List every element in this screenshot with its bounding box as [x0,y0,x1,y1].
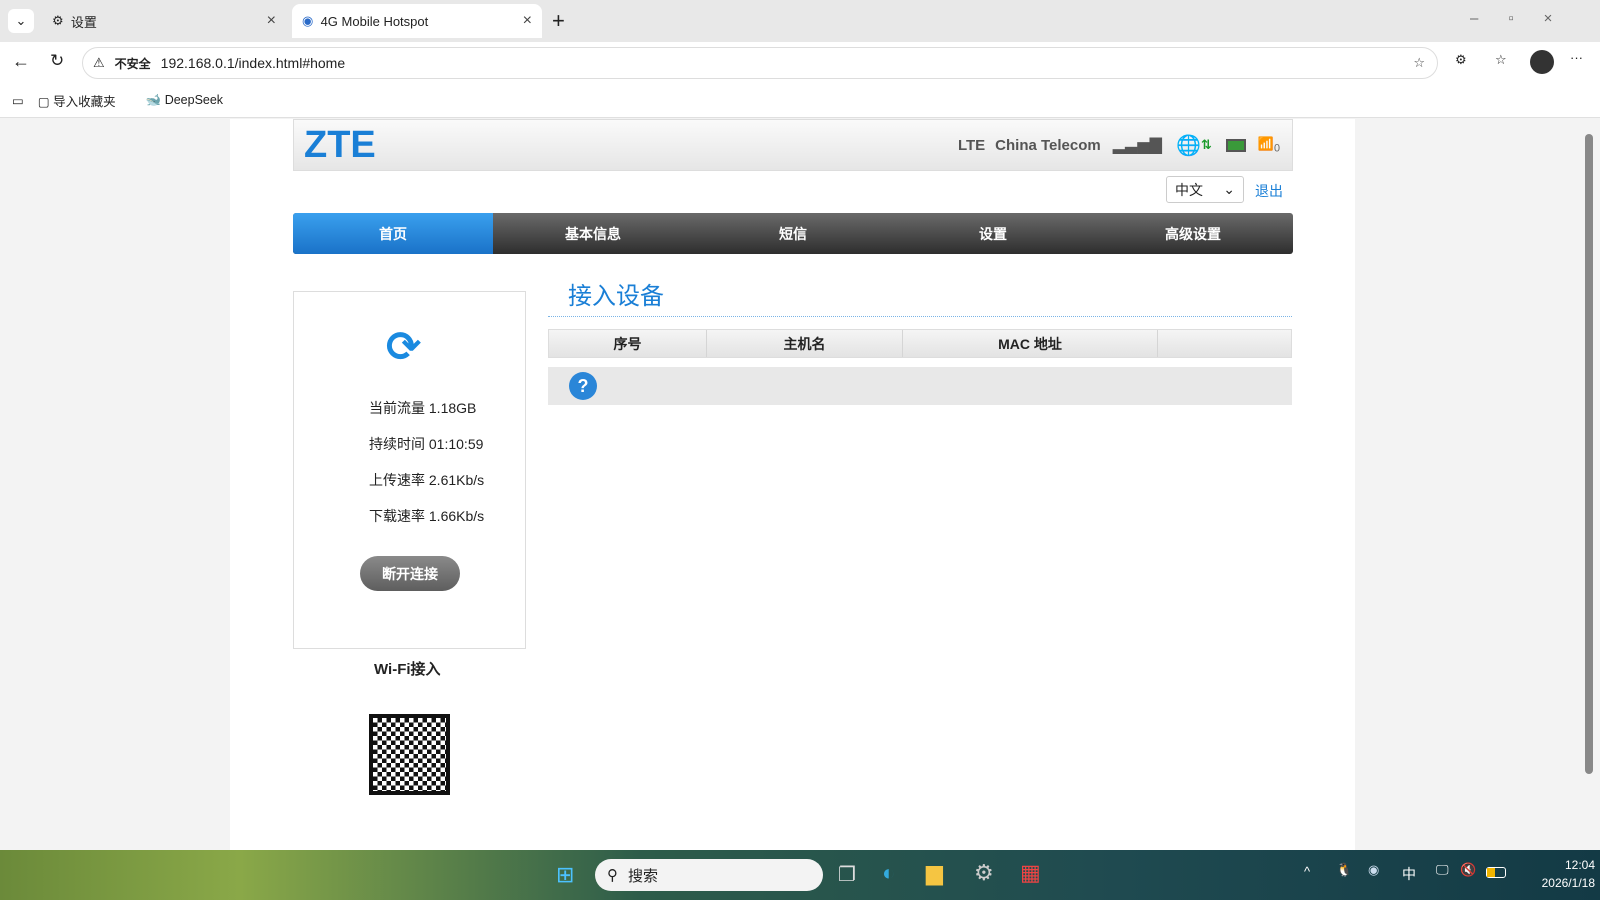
window-controls[interactable]: –▫× [1470,10,1582,27]
tab-list-button[interactable]: ⌄ [8,9,34,33]
bookmarks-bar: ▭ ▢ 导入收藏夹 🐋 DeepSeek [0,84,1600,118]
download-stat: 下载速率 1.66Kb/s [369,508,485,524]
language-select[interactable]: 中文 ⌄ [1166,176,1244,203]
search-icon: ⚲ [607,867,618,884]
help-icon[interactable]: ? [569,372,597,400]
section-title: 接入设备 [568,283,664,310]
router-header: ZTE LTE China Telecom ▂▃▅▇ 🌐 ⇅ 📶0 [293,119,1293,171]
signal-icon: ▂▃▅▇ [1112,137,1162,154]
refresh-icon[interactable]: ⟳ [386,322,421,371]
nav-advanced[interactable]: 高级设置 [1093,213,1293,254]
app-icon[interactable]: ▦ [1020,860,1041,886]
steam-icon[interactable]: ◉ [1368,862,1379,878]
globe-icon: ◉ [302,13,321,28]
tab-hotspot[interactable]: ◉ 4G Mobile Hotspot × [292,4,542,38]
new-tab-button[interactable]: + [552,8,565,34]
nav-settings[interactable]: 设置 [893,213,1093,254]
data-transfer-icon: ⇅ [1200,137,1212,152]
language-value: 中文 [1175,181,1203,198]
volume-muted-icon[interactable]: 🔇 [1460,862,1476,878]
settings-icon[interactable]: ⚙ [974,860,994,886]
traffic-stat: 当前流量 1.18GB [369,400,477,416]
clock[interactable]: 12:04 2026/1/18 [1515,856,1595,892]
tab-title: 4G Mobile Hotspot [320,13,429,29]
main-nav: 首页 基本信息 短信 设置 高级设置 [293,213,1293,254]
logout-link[interactable]: 退出 [1255,181,1283,201]
tab-strip: ⌄ ⚙ 设置 × ◉ 4G Mobile Hotspot × + –▫× [0,0,1600,42]
wifi-qr-code [369,714,450,795]
close-icon[interactable]: × [267,12,276,30]
file-explorer-icon[interactable]: ▆ [926,860,943,886]
devices-table-row: ? [548,367,1292,405]
favorites-icon[interactable]: ☆ [1495,52,1507,68]
zte-logo: ZTE [304,123,376,166]
avatar[interactable] [1530,50,1554,74]
devices-table-header: 序号 主机名 MAC 地址 [548,329,1292,358]
wifi-access-label: Wi-Fi接入 [374,661,441,678]
nav-sms[interactable]: 短信 [693,213,893,254]
globe-icon: 🌐 [1175,134,1201,157]
more-icon[interactable]: ··· [1570,50,1583,65]
edge-icon[interactable]: ◐ [882,860,895,886]
refresh-icon[interactable]: ↻ [50,51,64,71]
tray-chevron-icon[interactable]: ^ [1304,864,1310,879]
col-hostname: 主机名 [707,330,903,357]
collections-icon[interactable]: ▭ [12,93,24,108]
extensions-icon[interactable]: ⚙ [1455,52,1467,68]
time: 12:04 [1564,858,1595,872]
back-icon[interactable]: ← [12,51,30,72]
duration-stat: 持续时间 01:10:59 [369,436,484,452]
qq-icon[interactable]: 🐧 [1336,862,1352,878]
bookmark-label: 导入收藏夹 [53,95,116,109]
close-icon[interactable]: × [523,12,532,30]
tab-settings[interactable]: ⚙ 设置 × [42,4,286,38]
task-view-icon[interactable]: ❐ [838,862,856,887]
col-extra [1158,330,1291,357]
address-bar[interactable]: ⚠ 不安全 192.168.0.1/index.html#home ☆ [82,47,1438,79]
battery-icon[interactable] [1486,867,1506,878]
network-type: LTE [957,136,986,154]
warning-icon: ⚠ [93,55,105,70]
col-mac: MAC 地址 [903,330,1158,357]
network-icon[interactable]: 🖵 [1436,862,1449,878]
col-index: 序号 [549,330,707,357]
nav-home[interactable]: 首页 [293,213,493,254]
connection-panel: ⟳ 当前流量 1.18GB 持续时间 01:10:59 上传速率 2.61Kb/… [293,291,526,649]
bookmark-import[interactable]: ▢ 导入收藏夹 [38,91,116,110]
upload-stat: 上传速率 2.61Kb/s [369,472,485,488]
wifi-icon: 📶0 [1257,135,1280,155]
disconnect-button[interactable]: 断开连接 [360,556,460,591]
security-label: 不安全 [114,56,151,71]
scrollbar[interactable] [1584,122,1594,842]
carrier-name: China Telecom [995,136,1101,154]
taskbar-search[interactable]: ⚲ 搜索 [595,859,823,891]
bookmark-deepseek[interactable]: 🐋 DeepSeek [146,93,223,108]
ime-indicator[interactable]: 中 [1402,864,1416,884]
sim-icon [1225,138,1246,152]
wifi-client-count: 0 [1273,142,1280,155]
star-icon[interactable]: ☆ [1413,55,1425,71]
url-text[interactable]: 192.168.0.1/index.html#home [161,55,345,71]
taskbar: ⊞ ⚲ 搜索 ❐ ◐ ▆ ⚙ ▦ ^ 🐧 ◉ 中 🖵 🔇 12:04 2026/1/… [0,850,1600,900]
gear-icon: ⚙ [52,13,71,28]
tab-title: 设置 [70,14,97,30]
date: 2026/1/18 [1541,876,1595,890]
address-toolbar: ← ↻ ⚠ 不安全 192.168.0.1/index.html#home ☆ … [0,42,1600,84]
bookmark-label: DeepSeek [164,93,224,107]
title-divider [548,316,1292,317]
start-icon[interactable]: ⊞ [556,862,574,888]
nav-basic-info[interactable]: 基本信息 [493,213,693,254]
search-placeholder: 搜索 [628,867,659,885]
